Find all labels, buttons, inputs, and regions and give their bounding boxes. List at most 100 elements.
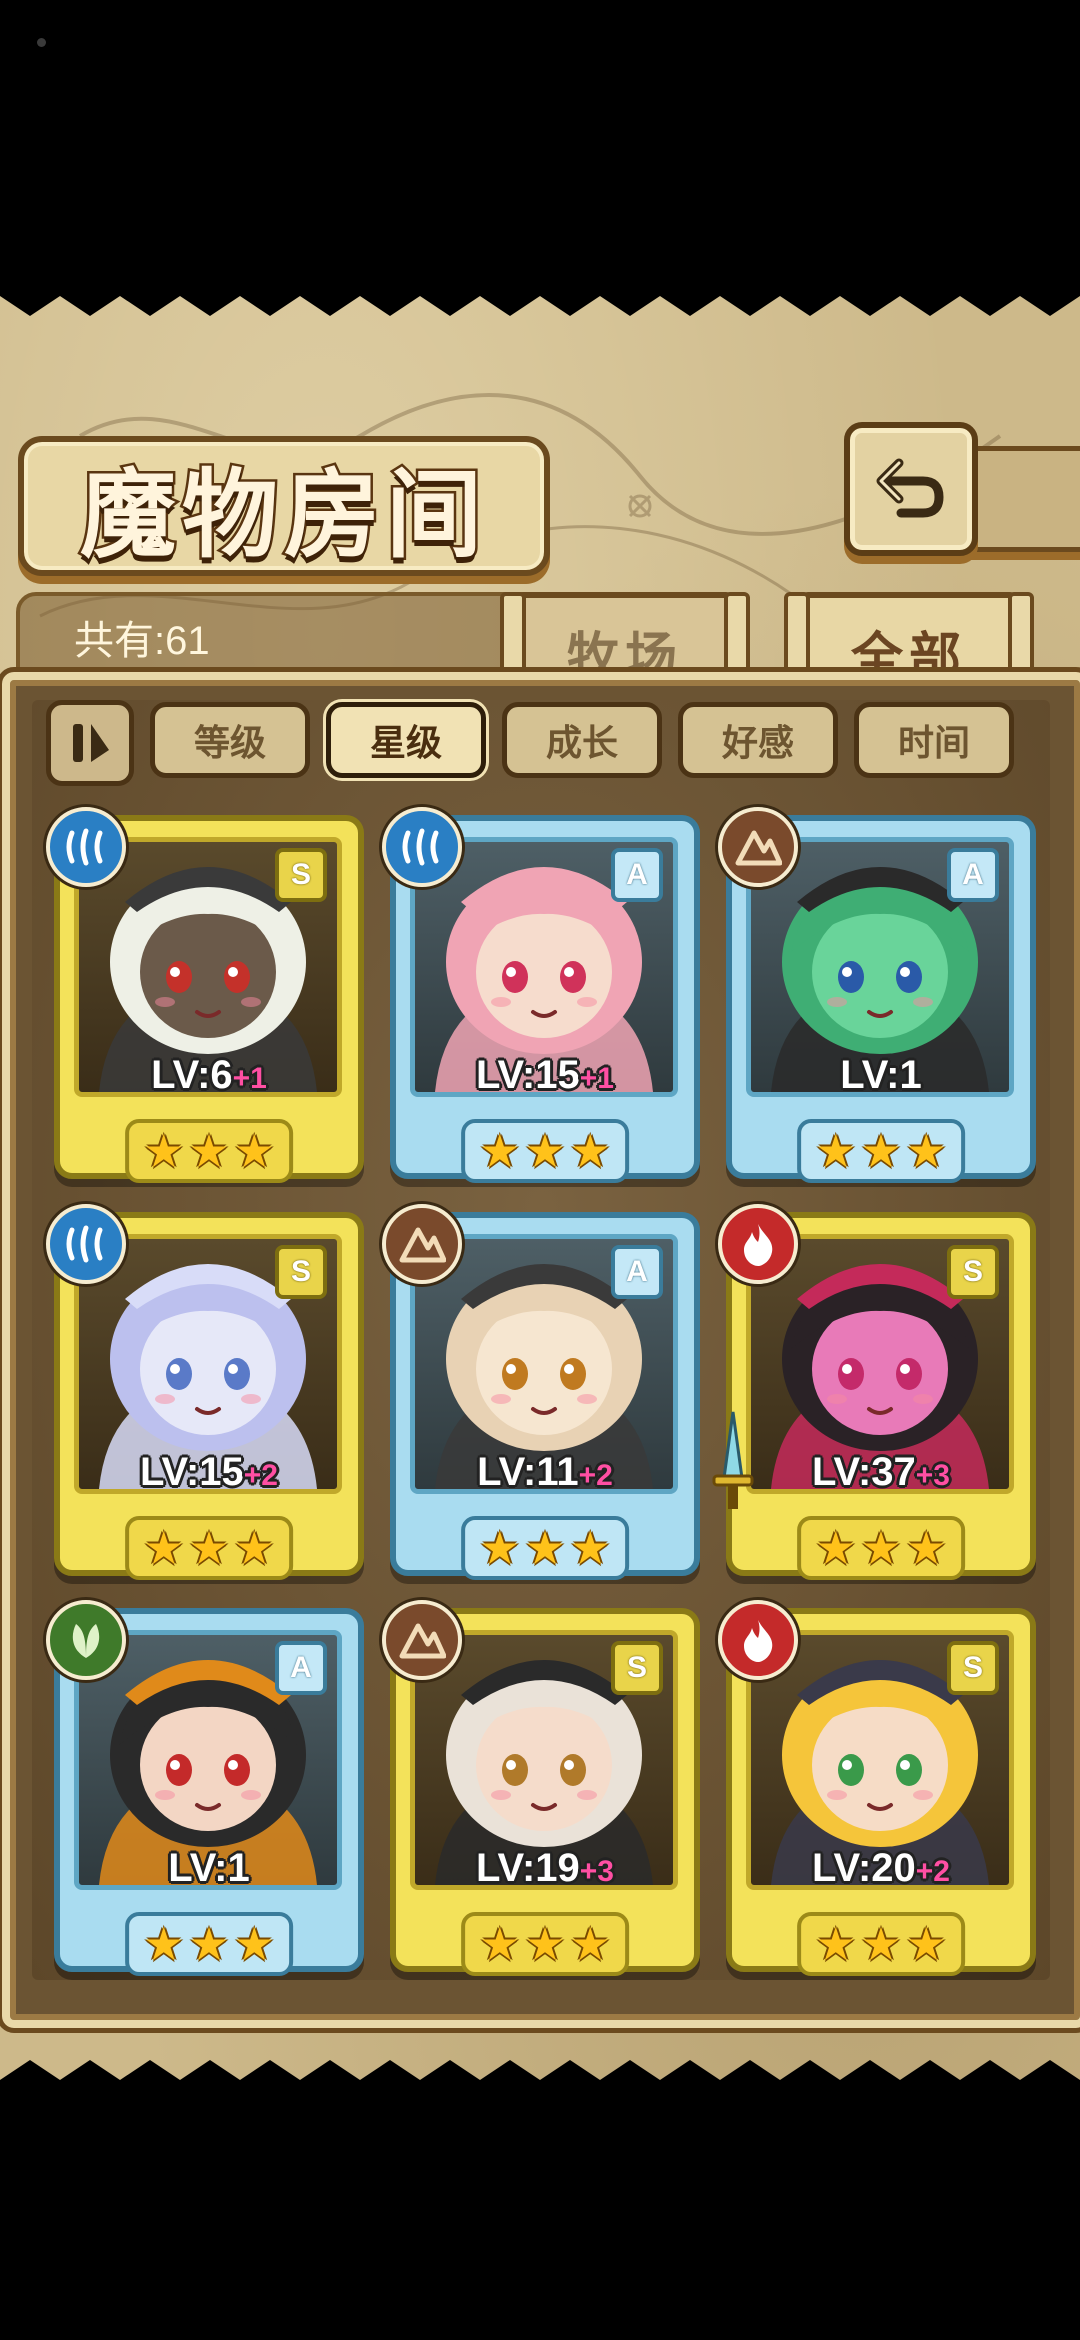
level-bonus: +2 [243,1459,278,1492]
star-icon: ★ [524,1917,566,1971]
star-rating: ★ ★ ★ [461,1119,629,1183]
level-value: LV:15 [140,1450,244,1494]
rank-badge: S [947,1245,999,1299]
filter-affection-label: 好感 [721,723,794,764]
rank-badge: S [275,848,327,902]
star-icon: ★ [860,1917,902,1971]
star-icon: ★ [815,1917,857,1971]
monster-card[interactable]: A LV:1 ★ ★ ★ [46,1600,364,1976]
element-earth-icon [382,1204,462,1284]
star-icon: ★ [905,1124,947,1178]
level-bonus: +3 [915,1459,950,1492]
element-earth-icon [382,1600,462,1680]
back-button[interactable] [844,422,978,556]
sort-order-icon [73,724,109,762]
status-bar-dot [37,38,46,47]
monster-count: 共有:61 [74,619,210,663]
rank-badge: A [611,848,663,902]
monster-level: LV:15+1 [396,1053,694,1098]
star-icon: ★ [479,1124,521,1178]
star-icon: ★ [569,1124,611,1178]
filter-growth[interactable]: 成长 [502,702,662,778]
element-water-icon [46,1204,126,1284]
star-rating: ★ ★ ★ [125,1119,293,1183]
star-icon: ★ [233,1917,275,1971]
star-icon: ★ [569,1917,611,1971]
star-icon: ★ [479,1917,521,1971]
rank-badge: A [611,1245,663,1299]
rank-badge: A [275,1641,327,1695]
filter-growth-label: 成长 [545,723,618,764]
monster-card[interactable]: S LV:37+3 ★ ★ ★ [712,1204,1036,1580]
bottom-zigzag-edge [0,2060,1080,2130]
element-fire-icon [718,1600,798,1680]
star-rating: ★ ★ ★ [797,1912,965,1976]
star-icon: ★ [569,1521,611,1575]
element-water-icon [46,807,126,887]
star-icon: ★ [233,1124,275,1178]
star-icon: ★ [143,1124,185,1178]
monster-card[interactable]: A LV:15+1 ★ ★ ★ [382,807,700,1183]
star-rating: ★ ★ ★ [125,1516,293,1580]
filter-affection[interactable]: 好感 [678,702,838,778]
level-value: LV:20 [812,1846,916,1890]
level-value: LV:19 [476,1846,580,1890]
filter-star[interactable]: 星级 [326,702,486,778]
back-button-rail [960,446,1080,552]
level-value: LV:1 [168,1846,250,1890]
star-icon: ★ [188,1124,230,1178]
monster-level: LV:1 [60,1846,358,1891]
rank-badge: S [275,1245,327,1299]
return-arrow-icon [876,458,944,518]
star-icon: ★ [905,1521,947,1575]
rank-badge: S [611,1641,663,1695]
page-title: 魔物房间 [78,455,488,573]
star-rating: ★ ★ ★ [797,1516,965,1580]
star-icon: ★ [524,1124,566,1178]
level-bonus: +2 [915,1855,950,1888]
star-icon: ★ [860,1521,902,1575]
level-value: LV:15 [476,1053,580,1097]
star-icon: ★ [233,1521,275,1575]
level-value: LV:6 [151,1053,233,1097]
monster-card[interactable]: A LV:11+2 ★ ★ ★ [382,1204,700,1580]
level-value: LV:11 [477,1450,579,1494]
star-icon: ★ [143,1521,185,1575]
filter-level[interactable]: 等级 [150,702,310,778]
monster-card[interactable]: A LV:1 ★ ★ ★ [718,807,1036,1183]
level-value: LV:37 [812,1450,916,1494]
star-icon: ★ [524,1521,566,1575]
star-icon: ★ [905,1917,947,1971]
sort-order-toggle[interactable] [46,700,134,786]
monster-level: LV:1 [732,1053,1030,1098]
filter-star-label: 星级 [369,723,442,764]
rank-badge: A [947,848,999,902]
monster-level: LV:11+2 [396,1450,694,1495]
star-rating: ★ ★ ★ [461,1912,629,1976]
star-icon: ★ [815,1521,857,1575]
title-banner: 魔物房间 [18,436,550,576]
monster-level: LV:20+2 [732,1846,1030,1891]
star-rating: ★ ★ ★ [125,1912,293,1976]
monster-card[interactable]: S LV:20+2 ★ ★ ★ [718,1600,1036,1976]
element-fire-icon [718,1204,798,1284]
star-icon: ★ [479,1521,521,1575]
monster-level: LV:6+1 [60,1053,358,1098]
monster-level: LV:19+3 [396,1846,694,1891]
star-rating: ★ ★ ★ [461,1516,629,1580]
star-icon: ★ [188,1917,230,1971]
monster-card[interactable]: S LV:15+2 ★ ★ ★ [46,1204,364,1580]
level-bonus: +1 [579,1062,614,1095]
filter-level-label: 等级 [193,723,266,764]
element-earth-icon [718,807,798,887]
level-bonus: +2 [578,1459,613,1492]
level-value: LV:1 [840,1053,922,1097]
star-icon: ★ [860,1124,902,1178]
filter-time[interactable]: 时间 [854,702,1014,778]
level-bonus: +1 [232,1062,267,1095]
rank-badge: S [947,1641,999,1695]
monster-level: LV:37+3 [732,1450,1030,1495]
monster-card[interactable]: S LV:19+3 ★ ★ ★ [382,1600,700,1976]
star-icon: ★ [188,1521,230,1575]
monster-card[interactable]: S LV:6+1 ★ ★ ★ [46,807,364,1183]
